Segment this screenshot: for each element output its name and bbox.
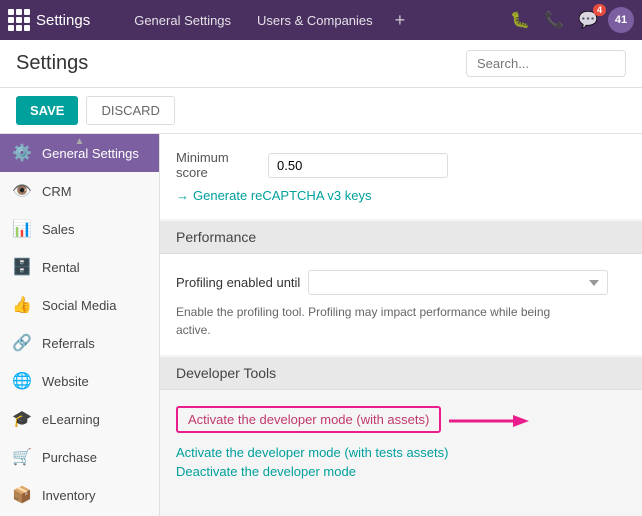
elearning-icon: 🎓 <box>12 409 32 429</box>
activate-dev-mode-assets-link[interactable]: Activate the developer mode (with assets… <box>176 406 441 433</box>
purchase-icon: 🛒 <box>12 447 32 467</box>
performance-section-body: Profiling enabled until Enable the profi… <box>160 254 642 355</box>
nav-add-button[interactable]: + <box>387 6 414 35</box>
topnav-icons: 🐛 📞 💬4 41 <box>506 6 634 34</box>
sidebar-label-crm: CRM <box>42 184 72 199</box>
recaptcha-link[interactable]: Generate reCAPTCHA v3 keys <box>176 188 626 203</box>
topnav: Settings General Settings Users & Compan… <box>0 0 642 40</box>
developer-tools-section: Developer Tools Activate the developer m… <box>160 357 642 499</box>
performance-section: Performance Profiling enabled until Enab… <box>160 221 642 355</box>
sidebar-item-sales[interactable]: 📊 Sales <box>0 210 159 248</box>
sidebar-item-rental[interactable]: 🗄️ Rental <box>0 248 159 286</box>
recaptcha-section-body: Minimumscore Generate reCAPTCHA v3 keys <box>160 134 642 219</box>
bug-icon[interactable]: 🐛 <box>506 6 534 34</box>
minimum-score-input[interactable] <box>268 153 448 178</box>
activate-dev-mode-tests-link[interactable]: Activate the developer mode (with tests … <box>176 445 626 460</box>
highlighted-link-row: Activate the developer mode (with assets… <box>176 406 626 439</box>
developer-tools-body: Activate the developer mode (with assets… <box>160 390 642 499</box>
sidebar-item-referrals[interactable]: 🔗 Referrals <box>0 324 159 362</box>
chat-icon[interactable]: 💬4 <box>574 6 602 34</box>
discard-button[interactable]: DISCARD <box>86 96 175 125</box>
sales-icon: 📊 <box>12 219 32 239</box>
phone-icon[interactable]: 📞 <box>540 6 568 34</box>
sidebar-label-website: Website <box>42 374 89 389</box>
apps-menu[interactable]: Settings <box>8 9 110 31</box>
nav-users-companies[interactable]: Users & Companies <box>245 7 385 34</box>
minimum-score-label: Minimumscore <box>176 150 256 180</box>
sidebar-item-elearning[interactable]: 🎓 eLearning <box>0 400 159 438</box>
sidebar-item-inventory[interactable]: 📦 Inventory <box>0 476 159 514</box>
sidebar-label-elearning: eLearning <box>42 412 100 427</box>
nav-general-settings[interactable]: General Settings <box>122 7 243 34</box>
rental-icon: 🗄️ <box>12 257 32 277</box>
performance-section-header: Performance <box>160 221 642 254</box>
user-avatar[interactable]: 41 <box>608 7 634 33</box>
sidebar-item-crm[interactable]: 👁️ CRM <box>0 172 159 210</box>
toolbar: SAVE DISCARD <box>0 88 642 134</box>
referrals-icon: 🔗 <box>12 333 32 353</box>
page-title: Settings <box>16 52 88 75</box>
sidebar-item-social-media[interactable]: 👍 Social Media <box>0 286 159 324</box>
sidebar-scroll-up[interactable]: ▲ <box>0 134 159 149</box>
profiling-row: Profiling enabled until <box>176 270 626 295</box>
sidebar-label-social-media: Social Media <box>42 298 116 313</box>
crm-icon: 👁️ <box>12 181 32 201</box>
sidebar-item-purchase[interactable]: 🛒 Purchase <box>0 438 159 476</box>
sidebar-label-purchase: Purchase <box>42 450 97 465</box>
content-area: Minimumscore Generate reCAPTCHA v3 keys … <box>160 134 642 516</box>
topnav-menu: General Settings Users & Companies + <box>122 6 506 35</box>
inventory-icon: 📦 <box>12 485 32 505</box>
minimum-score-row: Minimumscore <box>176 150 626 180</box>
main-layout: ▲ ⚙️ General Settings 👁️ CRM 📊 Sales 🗄️ … <box>0 134 642 516</box>
save-button[interactable]: SAVE <box>16 96 78 125</box>
page-header: Settings <box>0 40 642 88</box>
chat-badge: 4 <box>593 4 606 16</box>
profiling-select[interactable] <box>308 270 608 295</box>
pink-arrow-icon <box>449 409 529 437</box>
profiling-label: Profiling enabled until <box>176 275 300 290</box>
website-icon: 🌐 <box>12 371 32 391</box>
sidebar-label-inventory: Inventory <box>42 488 95 503</box>
social-media-icon: 👍 <box>12 295 32 315</box>
search-input[interactable] <box>466 50 626 77</box>
sidebar-label-rental: Rental <box>42 260 80 275</box>
sidebar-item-website[interactable]: 🌐 Website <box>0 362 159 400</box>
profiling-desc: Enable the profiling tool. Profiling may… <box>176 303 626 339</box>
app-title: Settings <box>36 12 90 29</box>
apps-grid-icon <box>8 9 30 31</box>
sidebar-label-sales: Sales <box>42 222 75 237</box>
avatar-badge: 41 <box>615 14 627 26</box>
deactivate-dev-mode-link[interactable]: Deactivate the developer mode <box>176 464 626 479</box>
developer-tools-header: Developer Tools <box>160 357 642 390</box>
sidebar: ▲ ⚙️ General Settings 👁️ CRM 📊 Sales 🗄️ … <box>0 134 160 516</box>
sidebar-label-referrals: Referrals <box>42 336 95 351</box>
